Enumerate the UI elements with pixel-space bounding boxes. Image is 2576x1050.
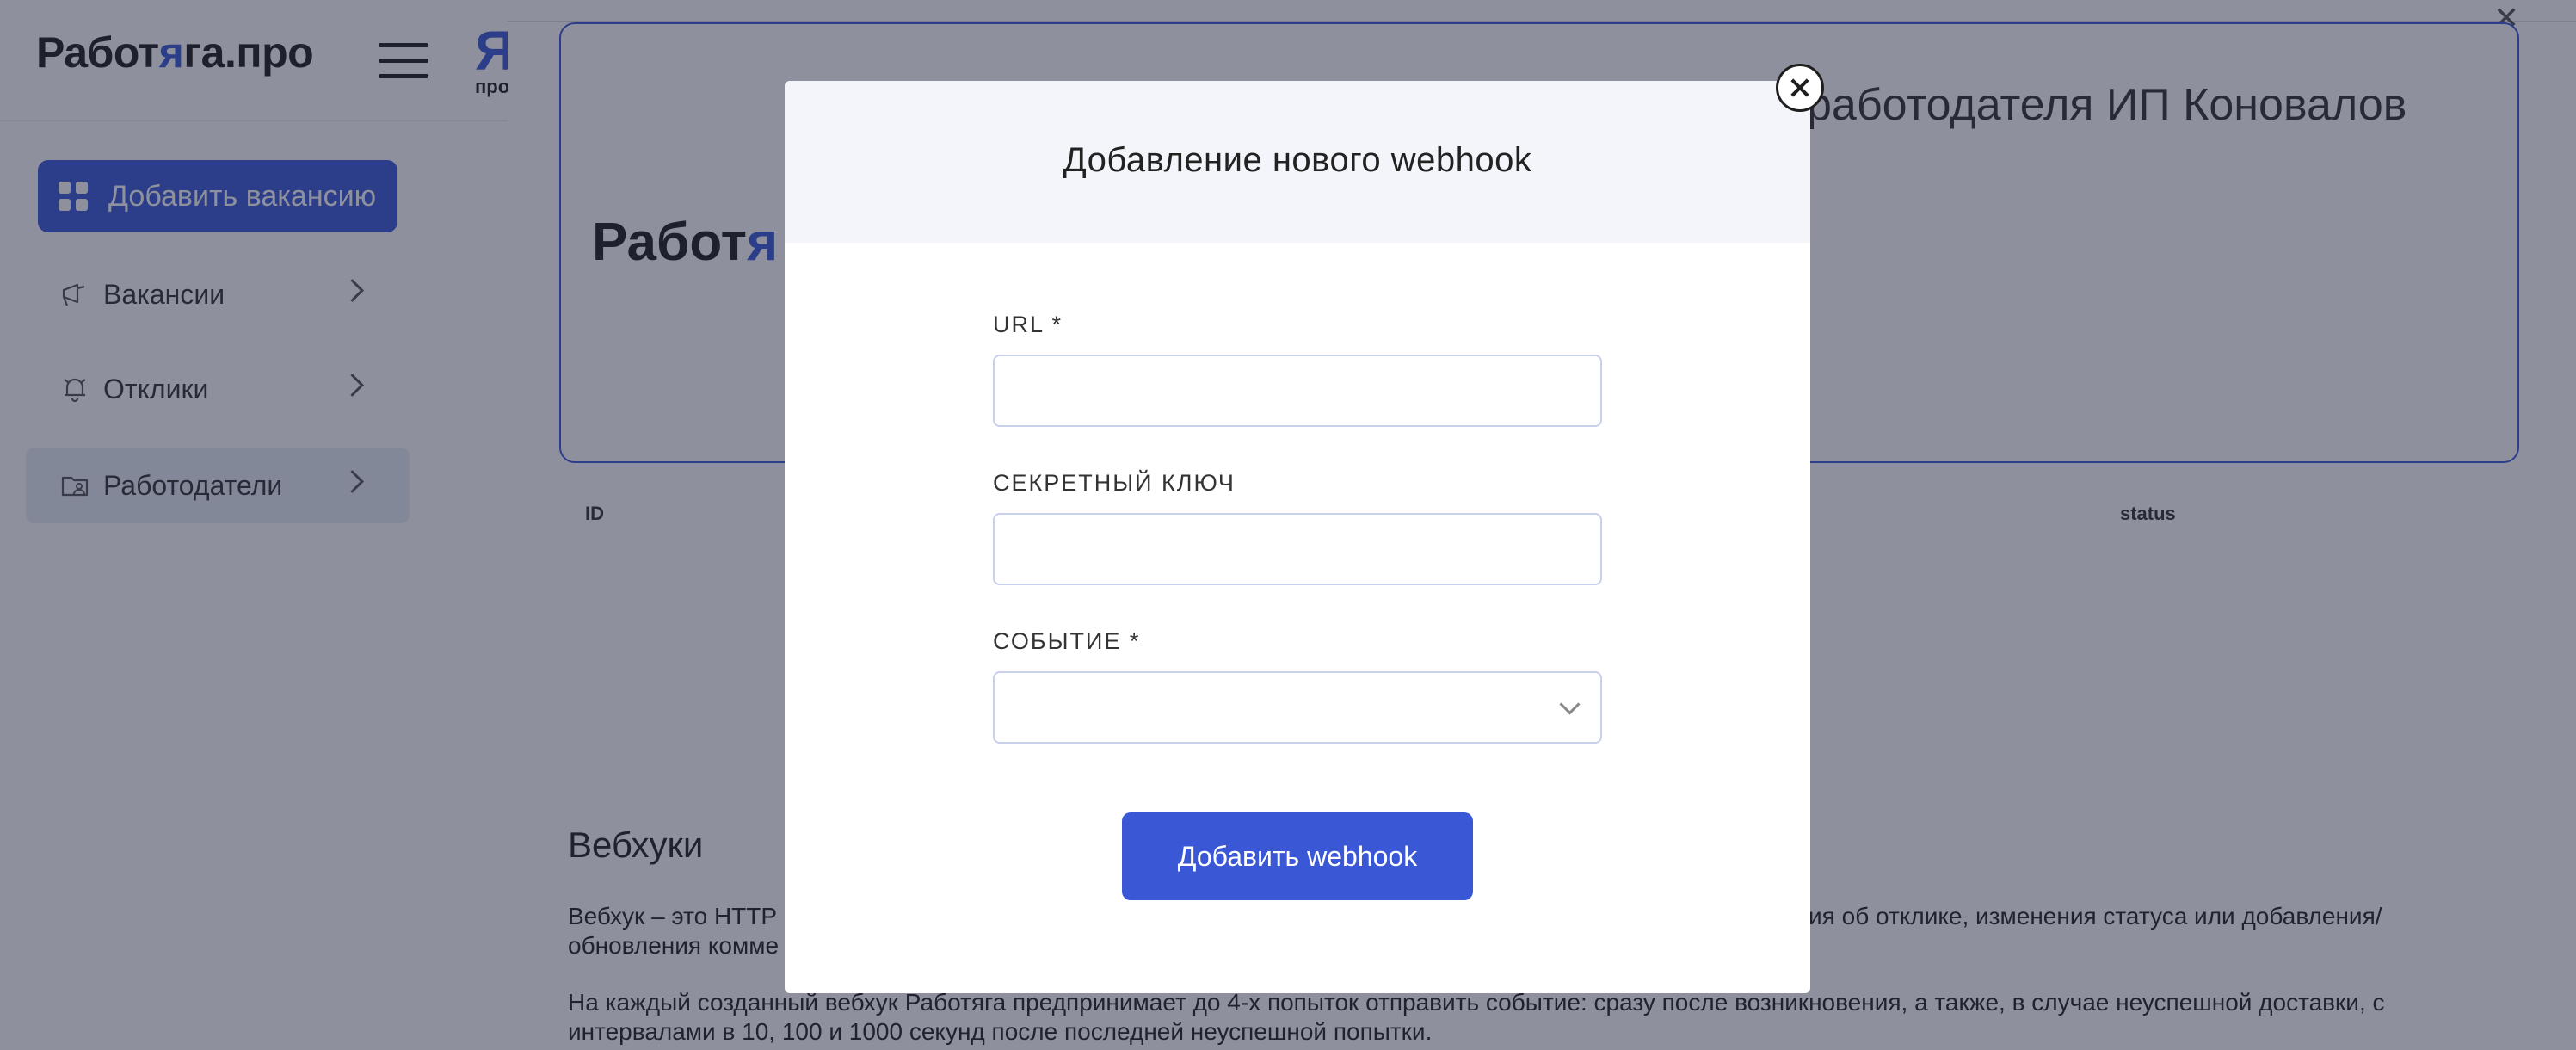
event-label: СОБЫТИЕ * — [993, 628, 1141, 654]
event-select[interactable] — [993, 671, 1602, 744]
url-label: URL * — [993, 312, 1063, 337]
add-webhook-button[interactable]: Добавить webhook — [1122, 812, 1473, 900]
url-input[interactable] — [993, 355, 1602, 427]
add-webhook-button-label: Добавить webhook — [1177, 840, 1418, 872]
add-webhook-modal: Добавление нового webhook URL * СЕКРЕТНЫ… — [785, 81, 1810, 993]
modal-header: Добавление нового webhook — [785, 81, 1810, 243]
modal-close-icon[interactable] — [1776, 64, 1824, 112]
secret-key-label: СЕКРЕТНЫЙ КЛЮЧ — [993, 470, 1236, 496]
modal-title: Добавление нового webhook — [1063, 141, 1532, 179]
secret-key-input[interactable] — [993, 513, 1602, 585]
